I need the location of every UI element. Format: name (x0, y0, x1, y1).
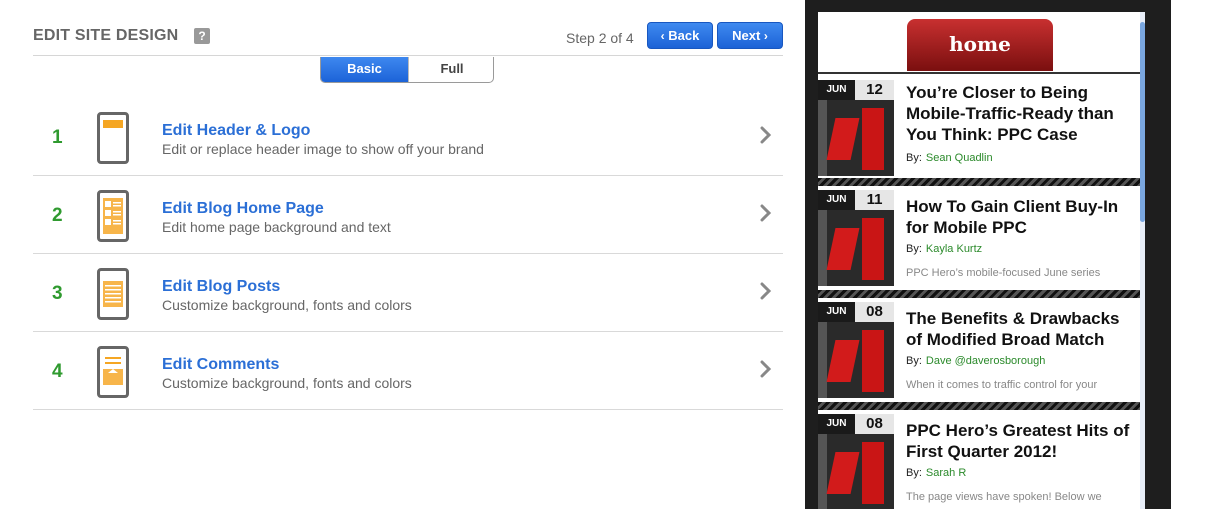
toggle-basic[interactable]: Basic (321, 57, 408, 82)
step-number: 3 (52, 283, 63, 304)
mobile-preview: home JUN 12 You’re Closer to Being Mobil… (805, 0, 1171, 509)
post-date: JUN 11 (818, 190, 894, 210)
post-item[interactable]: JUN 08 PPC Hero’s Greatest Hits of First… (818, 410, 1140, 509)
home-tab[interactable]: home (907, 19, 1053, 71)
post-author[interactable]: Dave @daverosborough (926, 355, 1045, 367)
chevron-right-icon (760, 360, 772, 378)
toggle-full[interactable]: Full (408, 57, 493, 82)
list-item-edit-header-logo[interactable]: 1 Edit Header & Logo Edit or replace hea… (33, 98, 783, 176)
post-byline: By: Dave @daverosborough (906, 355, 1045, 367)
post-item[interactable]: JUN 12 You’re Closer to Being Mobile-Tra… (818, 76, 1140, 178)
post-byline: By: Sean Quadlin (906, 152, 993, 164)
basic-full-toggle: Basic Full (320, 57, 494, 83)
post-author[interactable]: Kayla Kurtz (926, 243, 982, 255)
chevron-right-icon (760, 126, 772, 144)
post-divider (818, 290, 1140, 298)
back-button-label: Back (668, 28, 700, 43)
post-month: JUN (818, 302, 855, 322)
preview-screen: home JUN 12 You’re Closer to Being Mobil… (818, 12, 1145, 509)
back-button[interactable]: ‹ Back (647, 22, 713, 49)
phone-posts-icon (97, 268, 129, 320)
list-item-title: Edit Comments (162, 356, 280, 373)
post-item[interactable]: JUN 11 How To Gain Client Buy-In for Mob… (818, 186, 1140, 290)
preview-header: home (818, 12, 1140, 74)
post-author[interactable]: Sean Quadlin (926, 152, 993, 164)
step-indicator: Step 2 of 4 (566, 30, 634, 46)
list-item-edit-blog-home-page[interactable]: 2 Edit Blog Home Page Edit home page bac… (33, 176, 783, 254)
next-button-label: Next (732, 28, 761, 43)
post-day: 12 (855, 80, 894, 100)
by-label: By: (906, 467, 922, 479)
list-item-title: Edit Blog Home Page (162, 200, 324, 217)
post-byline: By: Kayla Kurtz (906, 243, 982, 255)
list-item-description: Customize background, fonts and colors (162, 375, 412, 391)
post-author[interactable]: Sarah R (926, 467, 966, 479)
next-button[interactable]: Next › (717, 22, 783, 49)
post-thumbnail (818, 322, 894, 398)
phone-home-page-icon (97, 190, 129, 242)
post-date: JUN 12 (818, 80, 894, 100)
post-title[interactable]: PPC Hero’s Greatest Hits of First Quarte… (906, 420, 1138, 462)
preview-scrollbar[interactable] (1140, 12, 1145, 509)
post-divider (818, 402, 1140, 410)
list-item-description: Edit or replace header image to show off… (162, 141, 484, 157)
post-thumbnail (818, 210, 894, 286)
post-excerpt: When it comes to traffic control for you… (906, 379, 1098, 391)
step-number: 4 (52, 361, 63, 382)
by-label: By: (906, 243, 922, 255)
post-date: JUN 08 (818, 414, 894, 434)
phone-header-icon (97, 112, 129, 164)
post-month: JUN (818, 190, 855, 210)
design-step-list: 1 Edit Header & Logo Edit or replace hea… (33, 98, 783, 410)
post-title[interactable]: You’re Closer to Being Mobile-Traffic-Re… (906, 82, 1138, 145)
post-date: JUN 08 (818, 302, 894, 322)
list-item-title: Edit Blog Posts (162, 278, 281, 295)
list-item-title: Edit Header & Logo (162, 122, 311, 139)
step-number: 2 (52, 205, 63, 226)
help-icon[interactable]: ? (194, 28, 210, 44)
list-item-edit-comments[interactable]: 4 Edit Comments Customize background, fo… (33, 332, 783, 410)
chevron-right-icon: › (763, 29, 768, 43)
page-title: EDIT SITE DESIGN (33, 27, 179, 44)
chevron-right-icon (760, 282, 772, 300)
post-title[interactable]: The Benefits & Drawbacks of Modified Bro… (906, 308, 1138, 350)
post-day: 11 (855, 190, 894, 210)
post-month: JUN (818, 414, 855, 434)
edit-site-design-panel: EDIT SITE DESIGN ? Step 2 of 4 ‹ Back Ne… (33, 0, 783, 509)
post-month: JUN (818, 80, 855, 100)
phone-comments-icon (97, 346, 129, 398)
post-title[interactable]: How To Gain Client Buy-In for Mobile PPC (906, 196, 1138, 238)
chevron-right-icon (760, 204, 772, 222)
post-thumbnail (818, 100, 894, 176)
post-excerpt: The page views have spoken! Below we (906, 491, 1102, 503)
list-item-description: Customize background, fonts and colors (162, 297, 412, 313)
editor-header: EDIT SITE DESIGN ? Step 2 of 4 ‹ Back Ne… (33, 22, 783, 56)
by-label: By: (906, 355, 922, 367)
step-number: 1 (52, 127, 63, 148)
post-day: 08 (855, 414, 894, 434)
list-item-edit-blog-posts[interactable]: 3 Edit Blog Posts Customize background, … (33, 254, 783, 332)
post-day: 08 (855, 302, 894, 322)
post-excerpt: PPC Hero’s mobile-focused June series (906, 267, 1101, 279)
post-thumbnail (818, 434, 894, 509)
list-item-description: Edit home page background and text (162, 219, 391, 235)
post-item[interactable]: JUN 08 The Benefits & Drawbacks of Modif… (818, 298, 1140, 402)
by-label: By: (906, 152, 922, 164)
chevron-left-icon: ‹ (660, 29, 665, 43)
post-byline: By: Sarah R (906, 467, 966, 479)
scrollbar-thumb[interactable] (1140, 22, 1145, 222)
post-divider (818, 178, 1140, 186)
